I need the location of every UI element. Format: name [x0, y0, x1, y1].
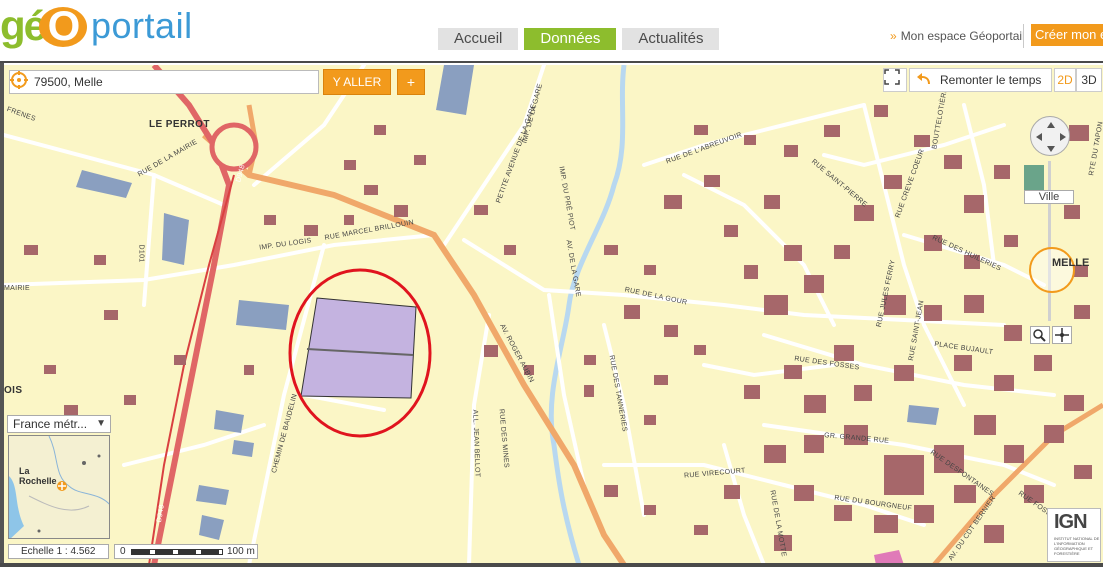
place-label-melle: MELLE	[1052, 257, 1090, 269]
minimap-canvas	[9, 436, 109, 538]
crosshair-icon	[1055, 328, 1069, 342]
crosshair-button[interactable]	[1052, 326, 1072, 344]
mon-espace-link[interactable]: » Mon espace Géoportail	[890, 29, 1025, 43]
zoom-level-label: Ville	[1024, 190, 1074, 204]
logo-o: O	[39, 5, 88, 47]
magnifier-icon	[1033, 329, 1046, 342]
region-select[interactable]: France métr... ▼	[7, 415, 111, 433]
chevron-right-icon: »	[890, 29, 897, 43]
undo-arrow-icon	[917, 73, 930, 84]
zoom-slider-rail[interactable]	[1048, 161, 1051, 321]
search-box	[9, 70, 319, 94]
magnifier-button[interactable]	[1030, 326, 1050, 344]
overview-minimap[interactable]: La Rochelle	[8, 435, 110, 539]
tab-actualites[interactable]: Actualités	[622, 28, 720, 50]
view-2d-button[interactable]: 2D	[1054, 68, 1076, 92]
street-label: D101	[137, 244, 145, 263]
bottom-border	[0, 563, 1103, 567]
main-nav: Accueil Données Actualités	[438, 28, 720, 50]
geoportail-logo[interactable]: géO portail	[0, 2, 193, 50]
scale-ratio: Echelle 1 : 4.562	[8, 544, 109, 559]
logo-portail: portail	[91, 5, 193, 46]
pan-arrows-icon	[1036, 122, 1066, 152]
ign-logo[interactable]: IGN INSTITUT NATIONAL DE L'INFORMATION G…	[1047, 508, 1101, 562]
create-account-button[interactable]: Créer mon e	[1031, 24, 1103, 46]
go-button[interactable]: Y ALLER	[323, 69, 391, 95]
header-separator	[1023, 24, 1024, 48]
scale-bar-graphic	[131, 549, 223, 555]
remonter-le-temps-button[interactable]: Remonter le temps	[909, 68, 1052, 92]
fullscreen-button[interactable]	[883, 68, 907, 92]
search-input[interactable]	[34, 75, 304, 89]
zoom-slider-handle[interactable]	[1029, 247, 1075, 293]
scale-bar: 0 100 m	[114, 544, 258, 559]
fullscreen-icon	[884, 69, 900, 85]
minimap-city-label: La Rochelle	[19, 466, 57, 486]
place-label-le-perrot: LE PERROT	[149, 119, 210, 130]
pan-control[interactable]	[1030, 116, 1070, 156]
dropdown-arrow-icon: ▼	[96, 418, 106, 429]
add-button[interactable]: +	[397, 69, 425, 95]
tab-donnees[interactable]: Données	[524, 28, 617, 50]
map-view[interactable]: LE PERROT FRENES MAIRIE OIS RUE DE LA MA…	[4, 65, 1103, 565]
street-label: MAIRIE	[4, 285, 30, 292]
tab-accueil[interactable]: Accueil	[438, 28, 519, 50]
locate-icon[interactable]	[10, 71, 34, 93]
logo-geo: géO	[0, 2, 88, 50]
place-label-ois: OIS	[4, 385, 23, 396]
header: géO portail Accueil Données Actualités »…	[0, 0, 1103, 63]
view-3d-button[interactable]: 3D	[1076, 68, 1102, 92]
